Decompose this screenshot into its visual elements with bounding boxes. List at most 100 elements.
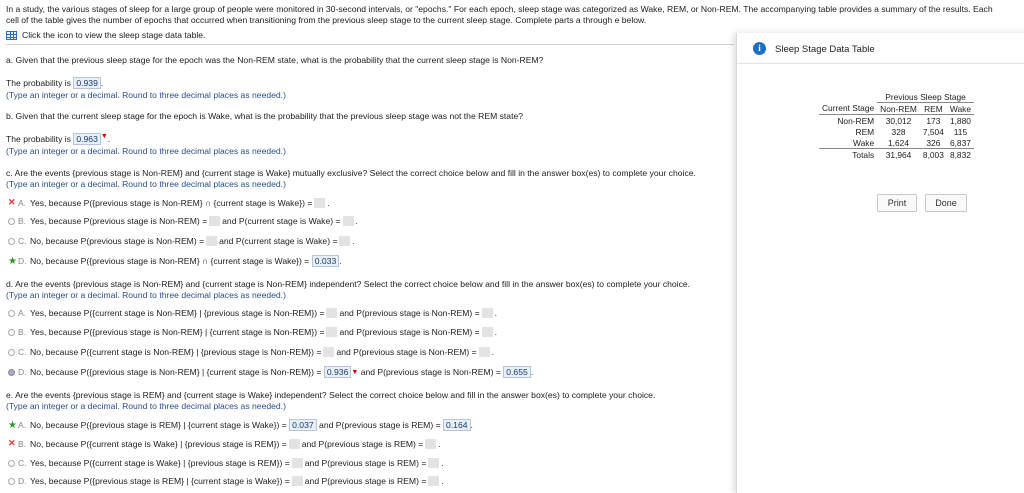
answer-box[interactable]: 0.033 bbox=[311, 255, 340, 267]
part-d-note: (Type an integer or a decimal. Round to … bbox=[6, 290, 286, 300]
answer-blank[interactable] bbox=[288, 438, 300, 449]
part-e-option-b[interactable]: ✕ B. No, because P({current stage is Wak… bbox=[8, 438, 441, 449]
column-header: REM bbox=[924, 103, 943, 114]
answer-blank[interactable] bbox=[291, 476, 303, 486]
part-c-option-a[interactable]: ✕ A. Yes, because P({previous stage is N… bbox=[8, 197, 330, 208]
radio-button[interactable] bbox=[8, 237, 15, 245]
answer-blank[interactable] bbox=[206, 236, 218, 246]
option-text-2: and P(previous stage is REM) = bbox=[304, 476, 427, 486]
part-c-question: c. Are the events {previous stage is Non… bbox=[6, 168, 696, 178]
answer-box[interactable]: 0.164 bbox=[443, 419, 471, 431]
part-a-answer-box[interactable]: 0.939 bbox=[73, 77, 101, 89]
radio-button[interactable] bbox=[8, 217, 15, 225]
part-e-option-a[interactable]: ★ A. No, because P({previous stage is RE… bbox=[8, 419, 473, 431]
answer-blank[interactable] bbox=[428, 476, 440, 486]
part-b-prefix: The probability is bbox=[6, 134, 71, 144]
answer-blank[interactable] bbox=[326, 327, 338, 337]
option-letter: B. bbox=[18, 327, 27, 337]
part-c-option-c[interactable]: C. No, because P(previous stage is Non-R… bbox=[8, 236, 355, 246]
answer-blank[interactable] bbox=[481, 308, 493, 318]
star-check-icon: ★ bbox=[8, 255, 17, 267]
part-a-note: (Type an integer or a decimal. Round to … bbox=[6, 90, 286, 100]
answer-box[interactable]: 0.655 bbox=[503, 366, 531, 378]
part-d-option-d[interactable]: D. No, because P({previous stage is Non-… bbox=[8, 366, 533, 378]
part-c-option-d[interactable]: ★ D. No, because P({previous stage is No… bbox=[8, 255, 342, 267]
option-letter: D. bbox=[18, 367, 27, 377]
panel-header: i Sleep Stage Data Table bbox=[737, 33, 1024, 64]
corner-header: Current Stage bbox=[822, 103, 875, 114]
part-e-question: e. Are the events {previous stage is REM… bbox=[6, 390, 656, 400]
info-icon: i bbox=[753, 42, 766, 55]
option-text: No, because P(previous stage is Non-REM)… bbox=[30, 236, 205, 246]
answer-blank[interactable] bbox=[425, 438, 437, 449]
option-letter: A. bbox=[18, 197, 27, 208]
answer-blank[interactable] bbox=[339, 236, 351, 246]
answer-blank[interactable] bbox=[481, 327, 493, 337]
option-text-2: and P(previous stage is Non-REM) = bbox=[339, 327, 480, 337]
option-letter: D. bbox=[18, 476, 27, 486]
radio-button[interactable] bbox=[8, 477, 15, 485]
radio-button[interactable] bbox=[8, 348, 15, 356]
part-c-option-b[interactable]: B. Yes, because P(previous stage is Non-… bbox=[8, 216, 358, 226]
part-b-question: b. Given that the current sleep stage fo… bbox=[6, 111, 524, 121]
intro-text: In a study, the various stages of sleep … bbox=[6, 4, 993, 25]
part-d-option-b[interactable]: B. Yes, because P({previous stage is Non… bbox=[8, 327, 497, 337]
option-text-2: and P(previous stage is REM) = bbox=[301, 438, 424, 449]
option-letter: A. bbox=[18, 420, 27, 430]
column-header: Wake bbox=[949, 103, 971, 114]
option-text-2: and P(current stage is Wake) = bbox=[222, 216, 341, 226]
radio-button[interactable] bbox=[8, 328, 15, 336]
option-letter: D. bbox=[18, 256, 27, 266]
divider bbox=[6, 44, 734, 45]
answer-blank[interactable] bbox=[291, 458, 303, 468]
option-letter: C. bbox=[18, 458, 27, 468]
grid-icon[interactable] bbox=[6, 30, 17, 40]
radio-button[interactable] bbox=[8, 459, 15, 467]
radio-button[interactable] bbox=[8, 309, 15, 317]
done-button[interactable]: Done bbox=[925, 194, 967, 212]
part-d-question: d. Are the events {previous stage is Non… bbox=[6, 279, 691, 289]
print-button[interactable]: Print bbox=[877, 194, 917, 212]
answer-blank[interactable] bbox=[478, 347, 490, 357]
option-text: No, because P({previous stage is Non-REM… bbox=[30, 256, 310, 266]
part-c-note: (Type an integer or a decimal. Round to … bbox=[6, 179, 286, 189]
table-cell: 326 bbox=[926, 137, 941, 148]
row-label: Non-REM bbox=[837, 115, 875, 126]
part-d-option-a[interactable]: A. Yes, because P({current stage is Non-… bbox=[8, 308, 497, 318]
part-a-prefix: The probability is bbox=[6, 78, 71, 88]
group-header: Previous Sleep Stage bbox=[877, 91, 974, 103]
option-text-2: and P(previous stage is Non-REM) = bbox=[336, 347, 477, 357]
option-text: No, because P({previous stage is Non-REM… bbox=[30, 367, 322, 377]
part-e-option-c[interactable]: C. Yes, because P({current stage is Wake… bbox=[8, 458, 444, 468]
option-text: Yes, because P({previous stage is Non-RE… bbox=[30, 197, 313, 208]
column-header: Non-REM bbox=[880, 103, 917, 114]
answer-box[interactable]: 0.936 bbox=[323, 366, 352, 378]
answer-blank[interactable] bbox=[428, 458, 440, 468]
option-letter: C. bbox=[18, 347, 27, 357]
answer-blank[interactable] bbox=[323, 347, 335, 357]
row-label: Totals bbox=[852, 149, 875, 160]
part-e-option-d[interactable]: D. Yes, because P({previous stage is REM… bbox=[8, 476, 444, 486]
table-cell: 31,964 bbox=[885, 149, 912, 160]
answer-blank[interactable] bbox=[326, 308, 338, 318]
part-e-note: (Type an integer or a decimal. Round to … bbox=[6, 401, 286, 411]
table-cell: 1,880 bbox=[949, 115, 971, 126]
part-d-option-c[interactable]: C. No, because P({current stage is Non-R… bbox=[8, 347, 494, 357]
answer-box[interactable]: 0.037 bbox=[289, 419, 317, 431]
part-b-answer-box[interactable]: 0.963 bbox=[73, 133, 101, 145]
data-table-panel: i Sleep Stage Data Table Previous Sleep … bbox=[736, 33, 1024, 493]
option-text: No, because P({current stage is Wake} | … bbox=[30, 438, 287, 449]
answer-blank[interactable] bbox=[314, 197, 326, 208]
option-text: No, because P({previous stage is REM} | … bbox=[30, 420, 287, 430]
table-cell: 6,837 bbox=[949, 137, 971, 148]
part-b-note: (Type an integer or a decimal. Round to … bbox=[6, 146, 286, 156]
view-data-table-link[interactable]: Click the icon to view the sleep stage d… bbox=[6, 30, 205, 40]
data-link-label[interactable]: Click the icon to view the sleep stage d… bbox=[22, 30, 205, 40]
table-cell: 328 bbox=[891, 126, 906, 137]
radio-button-selected[interactable] bbox=[8, 368, 15, 376]
option-text: Yes, because P({current stage is Wake} |… bbox=[30, 458, 290, 468]
option-text: Yes, because P({current stage is Non-REM… bbox=[30, 308, 325, 318]
answer-blank[interactable] bbox=[209, 216, 221, 226]
answer-blank[interactable] bbox=[342, 216, 354, 226]
part-a-answer-line: The probability is 0.939. bbox=[6, 77, 104, 89]
